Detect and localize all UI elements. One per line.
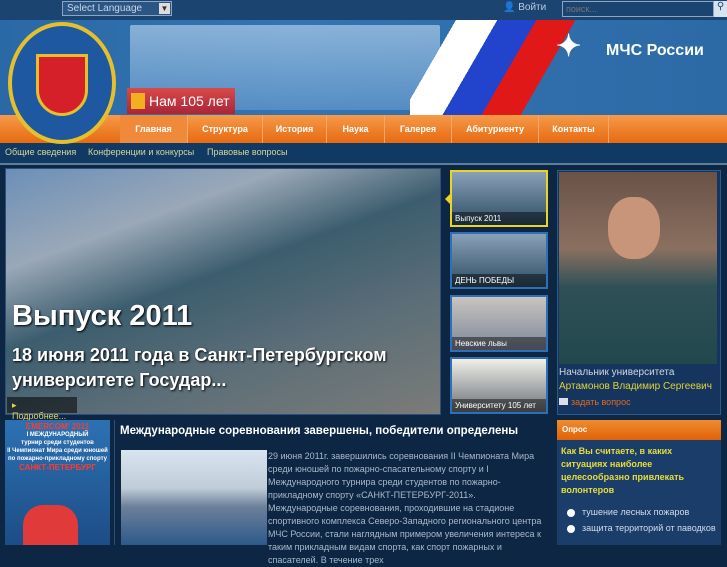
- head-role: Начальник университета: [559, 367, 675, 378]
- nav-gallery[interactable]: Галерея: [385, 115, 452, 143]
- poll-option[interactable]: защита территорий от паводков: [567, 522, 717, 534]
- mchs-label: МЧС России: [606, 42, 704, 59]
- subnav-conferences[interactable]: Конференции и конкурсы: [88, 147, 194, 157]
- mail-icon: [559, 398, 568, 405]
- ad-line: I МЕЖДУНАРОДНЫЙ: [26, 432, 89, 438]
- nav-home[interactable]: Главная: [120, 115, 188, 143]
- radio-icon[interactable]: [567, 524, 575, 533]
- ad-line: турнир среди студентов: [21, 440, 94, 446]
- radio-icon[interactable]: [567, 508, 575, 517]
- login-label: Войти: [518, 2, 547, 13]
- gift-icon: [131, 93, 145, 109]
- news-title[interactable]: Международные соревнования завершены, по…: [120, 425, 518, 437]
- nav-applicants[interactable]: Абитуриенту: [452, 115, 539, 143]
- divider: [114, 420, 115, 545]
- feature-title: Выпуск 2011: [12, 300, 193, 332]
- thumbnail-label: Выпуск 2011: [452, 212, 546, 225]
- anniversary-label: Нам 105 лет: [149, 93, 230, 109]
- anniversary-button[interactable]: Нам 105 лет: [127, 88, 235, 114]
- login-link[interactable]: 👤 Войти: [503, 2, 546, 13]
- poll-option-label: тушение лесных пожаров: [582, 507, 690, 517]
- thumbnail-label: ДЕНЬ ПОБЕДЫ: [452, 274, 546, 287]
- language-select-label: Select Language: [67, 3, 143, 14]
- thumbnail-label: Университету 105 лет: [452, 399, 546, 412]
- feature-description: 18 июня 2011 года в Санкт-Петербургском …: [12, 345, 387, 390]
- head-name[interactable]: Артамонов Владимир Сергеевич: [559, 381, 712, 392]
- ask-question-link[interactable]: задать вопрос: [559, 397, 631, 407]
- poll-question: Как Вы считаете, в каких ситуациях наибо…: [561, 446, 685, 495]
- user-icon: 👤: [503, 2, 516, 13]
- chevron-down-icon: ▼: [159, 3, 170, 14]
- feature-more-link[interactable]: ▸ Подробнее...: [7, 397, 77, 421]
- nav-science[interactable]: Наука: [327, 115, 385, 143]
- news-image: [121, 450, 267, 545]
- thumbnail[interactable]: ДЕНЬ ПОБЕДЫ: [450, 232, 548, 289]
- nav-contacts[interactable]: Контакты: [539, 115, 609, 143]
- ask-label: задать вопрос: [571, 397, 631, 407]
- search-button[interactable]: ⚲: [714, 1, 727, 17]
- nav-history[interactable]: История: [263, 115, 327, 143]
- thumbnail-label: Невские львы: [452, 337, 546, 350]
- firefighter-image: [23, 505, 78, 545]
- thumbnail[interactable]: Невские львы: [450, 295, 548, 352]
- subnav-legal[interactable]: Правовые вопросы: [207, 147, 287, 157]
- emblem-shield: [36, 54, 88, 116]
- poll-header: Опрос: [557, 420, 721, 440]
- emercom-ad-banner[interactable]: EMERCOM' 2011 I МЕЖДУНАРОДНЫЙ турнир сре…: [5, 420, 110, 545]
- subnav-general[interactable]: Общие сведения: [5, 147, 76, 157]
- mchs-star-icon: ✦: [556, 30, 582, 63]
- news-body: 29 июня 2011г. завершились соревнования …: [268, 451, 542, 565]
- ad-line: EMERCOM' 2011: [25, 422, 90, 431]
- mchs-logo[interactable]: ✦ МЧС России: [556, 32, 704, 62]
- thumbnail[interactable]: Выпуск 2011: [450, 170, 548, 227]
- portrait-face: [608, 197, 660, 259]
- poll-option[interactable]: тушение лесных пожаров: [567, 506, 717, 518]
- thumbnail[interactable]: Университету 105 лет: [450, 357, 548, 414]
- university-emblem-logo[interactable]: [8, 22, 116, 144]
- language-select[interactable]: Select Language ▼: [62, 1, 172, 16]
- ad-line: САНКТ-ПЕТЕРБУРГ: [19, 463, 96, 472]
- ad-line: II Чемпионат Мира среди юношей по пожарн…: [7, 448, 108, 462]
- nav-structure[interactable]: Структура: [188, 115, 263, 143]
- search-input[interactable]: [562, 1, 714, 17]
- search-icon: ⚲: [716, 1, 725, 12]
- poll-option-label: защита территорий от паводков: [582, 523, 716, 533]
